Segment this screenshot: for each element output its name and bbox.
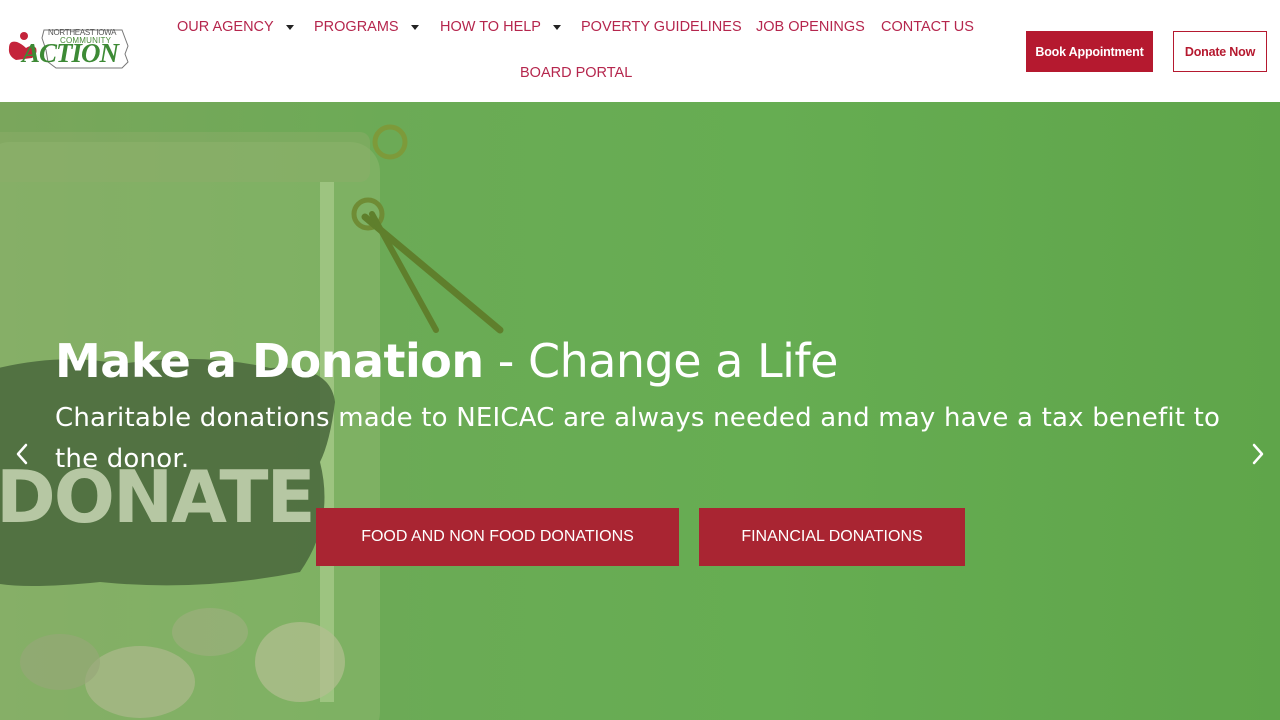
nav-item-label: POVERTY GUIDELINES — [581, 19, 742, 35]
chevron-left-icon[interactable] — [12, 442, 32, 466]
nav-item-label: HOW TO HELP — [440, 19, 541, 35]
nav-item-label: CONTACT US — [881, 19, 974, 35]
book-appointment-button[interactable]: Book Appointment — [1026, 31, 1153, 72]
nav-item-job-openings[interactable]: JOB OPENINGS — [756, 19, 865, 35]
hero-title-strong: Make a Donation — [55, 334, 484, 388]
donate-now-button[interactable]: Donate Now — [1173, 31, 1267, 72]
nav-item-label: BOARD PORTAL — [520, 65, 633, 81]
caret-down-icon[interactable] — [410, 24, 419, 30]
nav-item-label: PROGRAMS — [314, 19, 399, 35]
hero-subtitle: Charitable donations made to NEICAC are … — [55, 403, 1221, 474]
nav-item-contact-us[interactable]: CONTACT US — [881, 19, 974, 35]
hero-slider: DONATE Make a Donation - Change a Life C… — [0, 102, 1280, 720]
nav-item-board-portal[interactable]: BOARD PORTAL — [520, 65, 632, 81]
nav-item-how-to-help[interactable]: HOW TO HELP — [440, 19, 561, 35]
hero-title: Make a Donation - Change a Life — [55, 334, 838, 388]
logo-line-action: ACTION — [22, 38, 119, 68]
site-header: NORTHEAST IOWA COMMUNITY ACTION OUR AGEN… — [0, 0, 1280, 102]
nav-item-label: OUR AGENCY — [177, 19, 274, 35]
caret-down-icon[interactable] — [552, 24, 561, 30]
nav-item-poverty-guidelines[interactable]: POVERTY GUIDELINES — [581, 19, 742, 35]
nav-item-programs[interactable]: PROGRAMS — [314, 19, 419, 35]
caret-down-icon[interactable] — [285, 24, 294, 30]
hero-title-light: - Change a Life — [483, 334, 839, 388]
nav-item-label: JOB OPENINGS — [756, 19, 865, 35]
financial-donations-button[interactable]: FINANCIAL DONATIONS — [699, 508, 965, 566]
food-donations-button[interactable]: FOOD AND NON FOOD DONATIONS — [316, 508, 679, 566]
nav-item-our-agency[interactable]: OUR AGENCY — [177, 19, 294, 35]
agency-logo[interactable]: NORTHEAST IOWA COMMUNITY ACTION — [4, 24, 132, 76]
chevron-right-icon[interactable] — [1248, 442, 1268, 466]
